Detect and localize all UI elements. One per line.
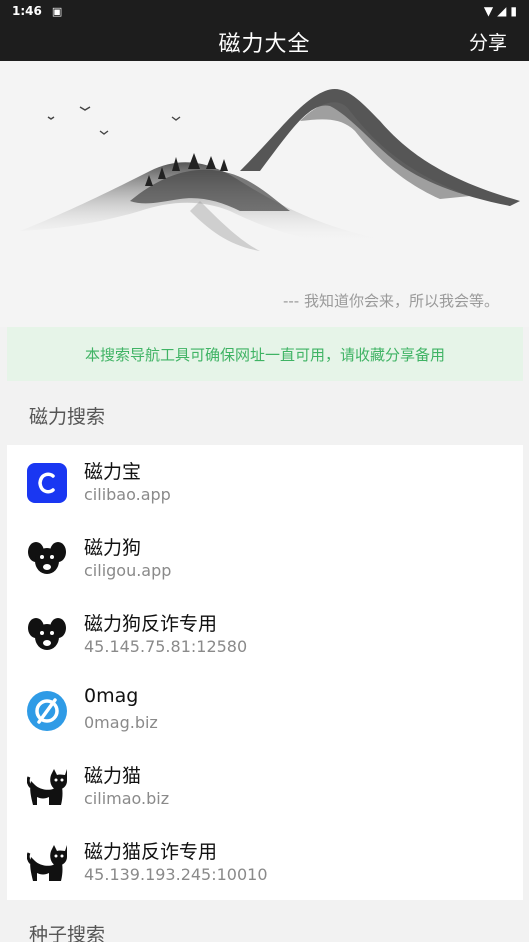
item-url: ciligou.app: [84, 561, 172, 580]
section-title-torrent-search: 种子搜索: [29, 924, 106, 942]
birds: [47, 106, 181, 135]
site-list: 磁力宝 cilibao.app 磁力狗 ciligou.app 磁力狗反诈专用 …: [7, 445, 523, 900]
list-item[interactable]: 磁力宝 cilibao.app: [7, 445, 523, 521]
ink-landscape-illustration: [20, 89, 520, 251]
item-name: 磁力猫: [84, 765, 142, 787]
item-url: 45.145.75.81:12580: [84, 637, 248, 656]
notification-icon: ▣: [51, 4, 63, 18]
section-title-magnet-search: 磁力搜索: [29, 406, 106, 428]
wifi-icon: ▼: [483, 4, 494, 18]
item-name: 0mag: [84, 685, 139, 707]
status-icons: ▼ ◢ ▮: [484, 4, 517, 18]
dog-face-icon: [28, 542, 66, 574]
item-url: cilibao.app: [84, 485, 171, 504]
share-button[interactable]: 分享: [469, 28, 507, 55]
dog-face-icon: [28, 618, 66, 650]
cat-icon: [27, 769, 67, 805]
page-title: 磁力大全: [218, 31, 311, 57]
list-item[interactable]: 磁力狗 ciligou.app: [7, 521, 523, 597]
item-name: 磁力宝: [84, 461, 142, 483]
item-url: 0mag.biz: [84, 713, 158, 732]
status-bar: 1:46 ▣ ▼ ◢ ▮: [0, 0, 529, 22]
battery-icon: ▮: [510, 4, 517, 18]
status-time: 1:46: [12, 4, 42, 18]
signal-icon: ◢: [497, 4, 507, 18]
letter-c-icon: [27, 463, 67, 503]
list-item[interactable]: 磁力狗反诈专用 45.145.75.81:12580: [7, 597, 523, 673]
list-item[interactable]: 磁力猫反诈专用 45.139.193.245:10010: [7, 825, 523, 901]
cat-icon: [27, 845, 67, 881]
item-url: cilimao.biz: [84, 789, 170, 808]
item-url: 45.139.193.245:10010: [84, 865, 268, 884]
list-item[interactable]: 磁力猫 cilimao.biz: [7, 749, 523, 825]
hero-quote: --- 我知道你会来，所以我会等。: [282, 292, 499, 310]
item-name: 磁力狗反诈专用: [84, 613, 218, 635]
app-bar: 磁力大全 分享: [0, 22, 529, 61]
empty-set-icon: [27, 691, 67, 731]
list-item[interactable]: 0mag 0mag.biz: [7, 673, 523, 749]
hero-banner: --- 我知道你会来，所以我会等。: [0, 61, 529, 327]
notice-banner: 本搜索导航工具可确保网址一直可用，请收藏分享备用: [7, 327, 523, 381]
item-name: 磁力狗: [84, 537, 142, 559]
item-name: 磁力猫反诈专用: [84, 841, 218, 863]
